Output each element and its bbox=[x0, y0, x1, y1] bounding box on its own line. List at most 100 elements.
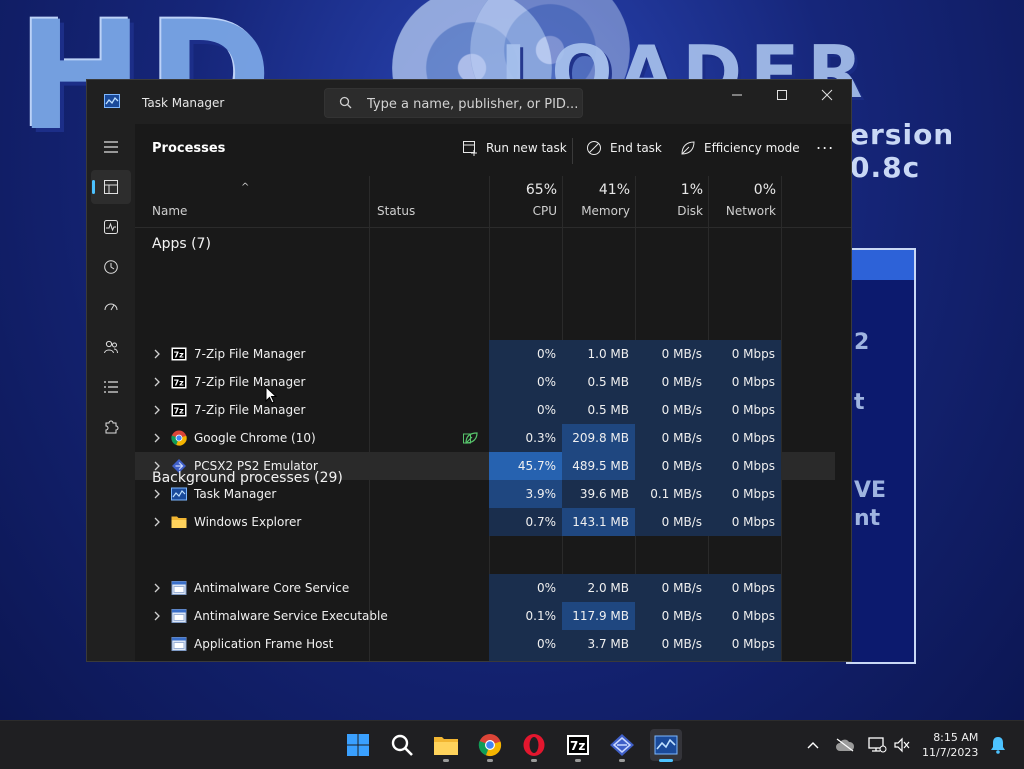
chevron-right-icon[interactable] bbox=[153, 610, 161, 622]
sort-arrow-icon: ^ bbox=[241, 182, 250, 193]
efficiency-mode-button[interactable]: Efficiency mode bbox=[680, 140, 800, 156]
nav-startup-apps[interactable] bbox=[91, 290, 131, 324]
taskbar-file-explorer[interactable] bbox=[430, 729, 462, 761]
page-title: Processes bbox=[152, 141, 226, 156]
end-task-button[interactable]: End task bbox=[586, 140, 662, 156]
disk-heat-cell bbox=[635, 658, 708, 661]
process-row[interactable]: Antimalware Core Service 0% 2.0 MB 0 MB/s 0 … bbox=[135, 574, 835, 602]
chevron-right-icon[interactable] bbox=[153, 488, 161, 500]
svg-text:7z: 7z bbox=[174, 351, 185, 360]
running-indicator bbox=[619, 759, 625, 762]
chevron-right-icon[interactable] bbox=[153, 348, 161, 360]
system-clock[interactable]: 8:15 AM 11/7/2023 bbox=[922, 730, 978, 760]
maximize-button[interactable] bbox=[759, 80, 805, 110]
onedrive-tray-button[interactable] bbox=[829, 729, 861, 761]
more-options-button[interactable]: ... bbox=[816, 134, 834, 153]
run-new-task-button[interactable]: Run new task bbox=[462, 140, 567, 156]
column-header-memory[interactable]: Memory bbox=[562, 204, 630, 218]
table-header: ^ Name Status 65% CPU 41% Memory 1% Disk… bbox=[135, 176, 851, 228]
memory-value: 0.5 MB bbox=[587, 403, 629, 417]
search-box[interactable] bbox=[324, 88, 583, 118]
column-header-name[interactable]: Name bbox=[152, 204, 187, 218]
process-row[interactable]: 7z 7-Zip File Manager 0% 0.5 MB 0 MB/s 0 Mbps bbox=[135, 396, 835, 424]
users-icon bbox=[104, 340, 118, 354]
bell-icon bbox=[991, 737, 1005, 754]
process-row[interactable]: 7z 7-Zip File Manager 0% 0.5 MB 0 MB/s 0 Mbps bbox=[135, 368, 835, 396]
service-window-icon bbox=[171, 609, 187, 623]
chevron-right-icon[interactable] bbox=[153, 404, 161, 416]
process-name: 7-Zip File Manager bbox=[194, 347, 306, 361]
running-indicator bbox=[443, 759, 449, 762]
show-hidden-icons-button[interactable] bbox=[797, 729, 829, 761]
cpu-value: 0% bbox=[536, 637, 556, 651]
cpu-heat-cell bbox=[489, 658, 562, 661]
nav-menu-button[interactable] bbox=[91, 130, 131, 164]
pcsx2-icon bbox=[610, 734, 634, 756]
chevron-right-icon[interactable] bbox=[153, 516, 161, 528]
chevron-right-icon[interactable] bbox=[153, 582, 161, 594]
column-header-disk[interactable]: Disk bbox=[635, 204, 703, 218]
nav-details[interactable] bbox=[91, 370, 131, 404]
memory-value: 143.1 MB bbox=[572, 515, 629, 529]
process-row[interactable]: COM Surrogate0%1.3 MB0 MB/s0 Mbps bbox=[135, 658, 835, 661]
nav-services[interactable] bbox=[91, 410, 131, 444]
cpu-value: 3.9% bbox=[525, 487, 557, 501]
nav-users[interactable] bbox=[91, 330, 131, 364]
run-new-task-label: Run new task bbox=[486, 141, 567, 155]
search-icon bbox=[339, 96, 352, 109]
service-window-icon bbox=[171, 581, 187, 595]
cpu-value: 0% bbox=[536, 375, 556, 389]
notifications-button[interactable] bbox=[982, 729, 1014, 761]
7zip-icon: 7z bbox=[171, 403, 187, 417]
svg-text:7z: 7z bbox=[174, 379, 185, 388]
disk-value: 0 MB/s bbox=[661, 581, 702, 595]
process-row[interactable]: Application Frame Host 0% 3.7 MB 0 MB/s 0 Mb… bbox=[135, 630, 835, 658]
column-header-status[interactable]: Status bbox=[377, 204, 415, 218]
taskbar-task-manager[interactable] bbox=[650, 729, 682, 761]
disk-value: 0 MB/s bbox=[661, 515, 702, 529]
7zip-icon: 7z bbox=[567, 735, 589, 755]
close-button[interactable] bbox=[804, 80, 850, 110]
memory-value: 3.7 MB bbox=[587, 637, 629, 651]
chevron-right-icon[interactable] bbox=[153, 376, 161, 388]
nav-app-history[interactable] bbox=[91, 250, 131, 284]
disk-value: 0 MB/s bbox=[661, 637, 702, 651]
volume-tray-button[interactable] bbox=[886, 729, 918, 761]
command-bar: Processes Run new task End task Efficien… bbox=[135, 124, 851, 176]
search-input[interactable] bbox=[365, 93, 579, 115]
title-bar[interactable]: Task Manager bbox=[87, 80, 851, 124]
network-icon bbox=[868, 737, 887, 753]
network-value: 0 Mbps bbox=[731, 609, 775, 623]
memory-total[interactable]: 41% bbox=[562, 182, 630, 198]
taskbar-7zip[interactable]: 7z bbox=[562, 729, 594, 761]
taskbar-opera[interactable] bbox=[518, 729, 550, 761]
column-header-cpu[interactable]: CPU bbox=[489, 204, 557, 218]
network-value: 0 Mbps bbox=[731, 487, 775, 501]
cpu-total[interactable]: 65% bbox=[489, 182, 557, 198]
taskbar-search-button[interactable] bbox=[386, 729, 418, 761]
process-row[interactable]: Antimalware Service Executable 0.1% 117.9 … bbox=[135, 602, 835, 630]
clock-date: 11/7/2023 bbox=[922, 746, 979, 759]
cpu-value: 0% bbox=[536, 581, 556, 595]
chevron-right-icon[interactable] bbox=[153, 432, 161, 444]
process-row[interactable]: Google Chrome (10) 0.3% 209.8 MB 0 MB/s 0 Mb… bbox=[135, 424, 835, 452]
nav-performance[interactable] bbox=[91, 210, 131, 244]
run-task-icon bbox=[463, 141, 477, 156]
disk-total[interactable]: 1% bbox=[635, 182, 703, 198]
column-header-network[interactable]: Network bbox=[708, 204, 776, 218]
processes-page: Processes Run new task End task Efficien… bbox=[135, 124, 851, 661]
nav-processes[interactable] bbox=[91, 170, 131, 204]
process-row[interactable]: 7z 7-Zip File Manager 0% 1.0 MB 0 MB/s 0 Mbps bbox=[135, 340, 835, 368]
minimize-button[interactable] bbox=[714, 80, 760, 110]
taskbar-pcsx2[interactable] bbox=[606, 729, 638, 761]
taskbar-chrome[interactable] bbox=[474, 729, 506, 761]
end-task-icon bbox=[587, 141, 601, 155]
task-manager-icon bbox=[171, 487, 187, 501]
start-button[interactable] bbox=[342, 729, 374, 761]
end-task-label: End task bbox=[610, 141, 662, 155]
network-heat-cell bbox=[708, 658, 781, 661]
network-total[interactable]: 0% bbox=[708, 182, 776, 198]
process-row[interactable]: Windows Explorer 0.7% 143.1 MB 0 MB/s 0 Mbps bbox=[135, 508, 835, 536]
running-indicator bbox=[531, 759, 537, 762]
disk-value: 0 MB/s bbox=[661, 459, 702, 473]
